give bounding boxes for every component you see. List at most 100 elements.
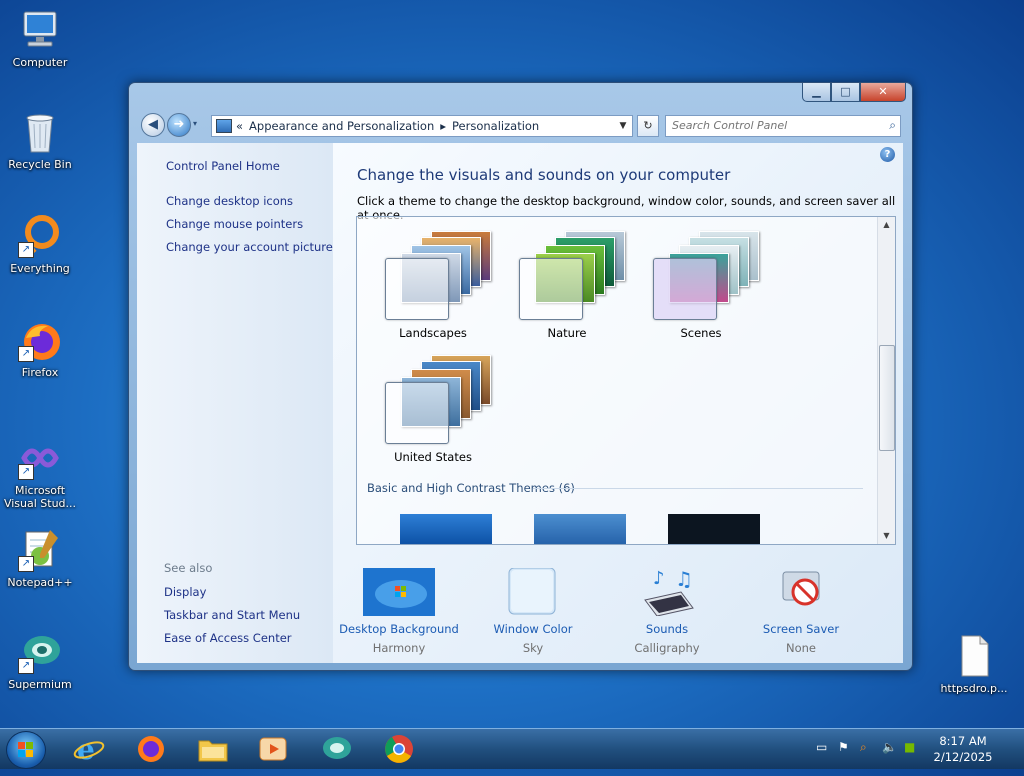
desktop-icon-recycle-bin[interactable]: Recycle Bin: [0, 110, 80, 171]
window-color-label[interactable]: Window Color: [468, 622, 598, 636]
firefox-icon[interactable]: [126, 731, 176, 767]
link-ease-of-access[interactable]: Ease of Access Center: [164, 631, 292, 645]
theme-united-states[interactable]: United States: [371, 341, 505, 464]
link-change-account-picture[interactable]: Change your account picture: [166, 240, 333, 254]
computer-icon: [18, 8, 62, 52]
volume-icon[interactable]: 🔈: [882, 740, 897, 754]
maximize-button[interactable]: □: [831, 83, 860, 102]
link-change-mouse-pointers[interactable]: Change mouse pointers: [166, 217, 303, 231]
window-caption-buttons: ▁ □ ✕: [802, 83, 906, 102]
desktop-background-label[interactable]: Desktop Background: [334, 622, 464, 636]
close-button[interactable]: ✕: [860, 83, 906, 102]
theme-list-scrollbar[interactable]: ▲ ▼: [877, 217, 895, 544]
theme-list: Landscapes Nature Scenes United States B…: [356, 216, 896, 545]
supermium-icon[interactable]: [312, 731, 362, 767]
notepad-plus-plus-icon: ↗: [18, 528, 62, 572]
theme-basic-windows7-basic[interactable]: [534, 514, 626, 544]
chrome-icon[interactable]: [374, 731, 424, 767]
page-title: Change the visuals and sounds on your co…: [357, 166, 731, 184]
desktop-icon-visual-studio[interactable]: ↗ Microsoft Visual Stud...: [0, 436, 80, 510]
file-explorer-icon[interactable]: [188, 731, 238, 767]
sounds-value: Calligraphy: [634, 641, 700, 655]
scroll-up-arrow-icon[interactable]: ▲: [878, 217, 895, 233]
breadcrumb-prefix[interactable]: «: [236, 119, 243, 133]
help-icon[interactable]: ?: [880, 147, 895, 162]
internet-explorer-icon[interactable]: e: [64, 731, 114, 767]
recycle-bin-icon: [18, 110, 62, 154]
everything-tray-icon[interactable]: ⌕: [860, 740, 867, 755]
window-color-item[interactable]: Window Color Sky: [468, 567, 598, 655]
theme-color-swatch: [519, 258, 583, 320]
breadcrumb-item-personalization[interactable]: Personalization: [452, 119, 539, 133]
desktop-icon-label: Firefox: [21, 366, 59, 379]
network-icon[interactable]: ▭: [816, 740, 827, 754]
theme-label: Nature: [547, 326, 587, 340]
refresh-button[interactable]: ↻: [637, 115, 659, 137]
desktop-icon-computer[interactable]: Computer: [0, 8, 80, 69]
window-color-icon: [497, 567, 569, 616]
visual-studio-icon: ↗: [18, 436, 62, 480]
desktop-icon-notepad-plus-plus[interactable]: ↗ Notepad++: [0, 528, 80, 589]
everything-icon: ↗: [18, 214, 62, 258]
clock-time: 8:17 AM: [939, 734, 987, 748]
clock-date: 2/12/2025: [933, 750, 993, 764]
address-bar[interactable]: « Appearance and Personalization ▸ Perso…: [211, 115, 633, 137]
desktop-icon-label: Computer: [12, 56, 68, 69]
media-player-icon[interactable]: [248, 731, 298, 767]
link-taskbar-start-menu[interactable]: Taskbar and Start Menu: [164, 608, 300, 622]
desktop-icon-label: Supermium: [8, 678, 72, 691]
file-icon: [952, 634, 996, 678]
desktop-icon-firefox[interactable]: ↗ Firefox: [0, 318, 80, 379]
forward-button[interactable]: ➜: [167, 113, 191, 137]
desktop-icon-supermium[interactable]: ↗ Supermium: [0, 630, 80, 691]
firefox-icon: ↗: [18, 318, 62, 362]
search-icon[interactable]: ⌕: [889, 118, 896, 133]
theme-scenes[interactable]: Scenes: [639, 217, 773, 340]
back-button[interactable]: ◀: [141, 113, 165, 137]
theme-color-swatch: [385, 258, 449, 320]
theme-label: Landscapes: [399, 326, 467, 340]
screen-saver-item[interactable]: Screen Saver None: [736, 568, 866, 655]
scroll-thumb[interactable]: [879, 345, 895, 451]
desktop-icon-label: Everything: [10, 262, 70, 275]
section-divider: [533, 488, 863, 489]
desktop-icon-everything[interactable]: ↗ Everything: [0, 214, 80, 275]
link-change-desktop-icons[interactable]: Change desktop icons: [166, 194, 293, 208]
desktop-icon-file[interactable]: httpsdro.p...: [934, 634, 1014, 695]
desktop-background-value: Harmony: [372, 641, 426, 655]
navigation-bar: ◀ ➜ ▾ « Appearance and Personalization ▸…: [137, 111, 904, 137]
main-content: ? Change the visuals and sounds on your …: [333, 143, 903, 663]
scroll-down-arrow-icon[interactable]: ▼: [878, 528, 895, 544]
breadcrumb-item-appearance[interactable]: Appearance and Personalization: [249, 119, 434, 133]
desktop-icon-label: httpsdro.p...: [940, 682, 1008, 695]
sounds-label[interactable]: Sounds: [602, 622, 732, 636]
action-center-flag-icon[interactable]: ⚑: [838, 740, 849, 754]
search-box[interactable]: ⌕: [665, 115, 901, 137]
see-also-heading: See also: [164, 561, 213, 575]
shortcut-arrow-icon: ↗: [18, 658, 34, 674]
personalization-window[interactable]: ▁ □ ✕ ◀ ➜ ▾ « Appearance and Personaliza…: [128, 82, 913, 671]
start-button[interactable]: [6, 731, 46, 769]
theme-color-swatch: [385, 382, 449, 444]
sounds-item[interactable]: ♪ ♫ Sounds Calligraphy: [602, 567, 732, 655]
link-display[interactable]: Display: [164, 585, 206, 599]
theme-landscapes[interactable]: Landscapes: [371, 217, 505, 340]
recent-pages-chevron-icon[interactable]: ▾: [193, 119, 197, 128]
shortcut-arrow-icon: ↗: [18, 464, 34, 480]
desktop-background-icon: [363, 568, 435, 616]
theme-high-contrast[interactable]: [668, 514, 760, 544]
link-control-panel-home[interactable]: Control Panel Home: [166, 159, 280, 173]
supermium-icon: ↗: [18, 630, 62, 674]
desktop-background-item[interactable]: Desktop Background Harmony: [334, 568, 464, 655]
theme-nature[interactable]: Nature: [505, 217, 639, 340]
search-input[interactable]: [666, 116, 878, 134]
minimize-button[interactable]: ▁: [802, 83, 831, 102]
screen-saver-label[interactable]: Screen Saver: [736, 622, 866, 636]
clock[interactable]: 8:17 AM 2/12/2025: [928, 733, 998, 765]
nvidia-icon[interactable]: ■: [904, 740, 915, 754]
screen-saver-value: None: [785, 641, 816, 655]
control-panel-icon: [216, 119, 232, 133]
address-dropdown-icon[interactable]: ▼: [614, 121, 632, 131]
breadcrumb-separator[interactable]: ▸: [440, 119, 446, 133]
theme-basic-windows7[interactable]: [400, 514, 492, 544]
